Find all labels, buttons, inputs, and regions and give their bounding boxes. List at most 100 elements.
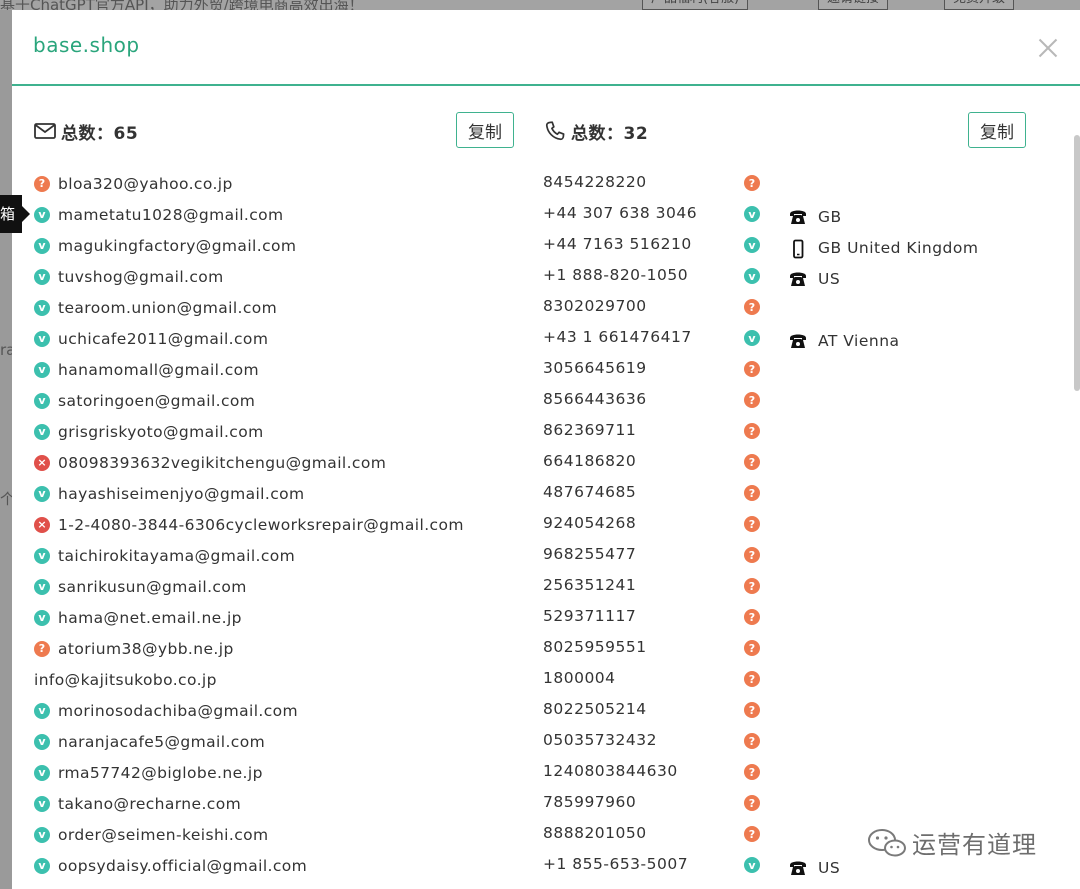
- unknown-badge: ?: [744, 733, 760, 749]
- verified-badge: v: [744, 206, 760, 222]
- phone-number[interactable]: 8302029700: [543, 297, 647, 315]
- email-address[interactable]: mametatu1028@gmail.com: [58, 206, 284, 224]
- phone-number[interactable]: 8025959551: [543, 638, 647, 656]
- verified-badge: v: [34, 361, 50, 378]
- email-address[interactable]: 08098393632vegikitchengu@gmail.com: [58, 454, 386, 472]
- unknown-badge: ?: [744, 795, 760, 811]
- unknown-badge: ?: [744, 764, 760, 780]
- email-address[interactable]: tuvshog@gmail.com: [58, 268, 224, 286]
- email-row: vinfo@kajitsukobo.co.jp: [34, 664, 524, 695]
- phone-number[interactable]: +43 1 661476417: [543, 328, 692, 346]
- phone-number[interactable]: 785997960: [543, 793, 636, 811]
- phone-row: 924054268?: [543, 509, 1043, 540]
- phone-number[interactable]: 05035732432: [543, 731, 657, 749]
- tooltip: 箱: [0, 195, 30, 233]
- phone-number[interactable]: 924054268: [543, 514, 636, 532]
- phone-row: +1 888-820-1050 v US: [543, 261, 1043, 292]
- email-row: v satoringoen@gmail.com: [34, 385, 524, 416]
- verified-badge: v: [34, 330, 50, 347]
- unknown-badge: ?: [744, 547, 760, 563]
- email-address[interactable]: info@kajitsukobo.co.jp: [34, 671, 217, 689]
- phone-row: 968255477?: [543, 540, 1043, 571]
- verified-badge: v: [34, 826, 50, 843]
- email-row: v naranjacafe5@gmail.com: [34, 726, 524, 757]
- phone-number[interactable]: 968255477: [543, 545, 636, 563]
- phone-number[interactable]: 664186820: [543, 452, 636, 470]
- email-address[interactable]: taichirokitayama@gmail.com: [58, 547, 295, 565]
- phone-number[interactable]: +1 888-820-1050: [543, 266, 688, 284]
- invalid-badge: ×: [34, 454, 50, 471]
- email-address[interactable]: naranjacafe5@gmail.com: [58, 733, 265, 751]
- verified-badge: v: [34, 547, 50, 564]
- email-section-header: 总数：65: [33, 112, 138, 150]
- unknown-badge: ?: [744, 361, 760, 377]
- email-address[interactable]: magukingfactory@gmail.com: [58, 237, 296, 255]
- copy-phones-button[interactable]: 复制: [968, 112, 1026, 148]
- verified-badge: v: [34, 795, 50, 812]
- email-row: v magukingfactory@gmail.com: [34, 230, 524, 261]
- email-address[interactable]: hayashiseimenjyo@gmail.com: [58, 485, 305, 503]
- email-address[interactable]: tearoom.union@gmail.com: [58, 299, 277, 317]
- verified-badge: v: [34, 857, 50, 874]
- wechat-icon: [868, 828, 906, 856]
- email-address[interactable]: order@seimen-keishi.com: [58, 826, 269, 844]
- email-address[interactable]: atorium38@ybb.ne.jp: [58, 640, 234, 658]
- phone-number[interactable]: +1 855-653-5007: [543, 855, 688, 873]
- landline-phone-icon: [788, 332, 808, 352]
- phone-row: 8025959551?: [543, 633, 1043, 664]
- phone-section-header: 总数：32: [543, 112, 648, 150]
- email-address[interactable]: 1-2-4080-3844-6306cycleworksrepair@gmail…: [58, 516, 464, 534]
- verified-badge: v: [744, 237, 760, 253]
- unknown-badge: ?: [744, 392, 760, 408]
- email-row: v order@seimen-keishi.com: [34, 819, 524, 850]
- email-address[interactable]: rma57742@biglobe.ne.jp: [58, 764, 263, 782]
- phone-number[interactable]: 487674685: [543, 483, 636, 501]
- phone-number[interactable]: 256351241: [543, 576, 636, 594]
- phone-icon: [545, 121, 565, 141]
- email-address[interactable]: morinosodachiba@gmail.com: [58, 702, 298, 720]
- verified-badge: v: [744, 857, 760, 873]
- phone-number[interactable]: 3056645619: [543, 359, 647, 377]
- email-address[interactable]: satoringoen@gmail.com: [58, 392, 255, 410]
- phone-number[interactable]: 8566443636: [543, 390, 647, 408]
- email-address[interactable]: hanamomall@gmail.com: [58, 361, 259, 379]
- phone-number[interactable]: 1800004: [543, 669, 616, 687]
- email-row: v uchicafe2011@gmail.com: [34, 323, 524, 354]
- unknown-badge: ?: [744, 423, 760, 439]
- unknown-badge: ?: [744, 578, 760, 594]
- verified-badge: v: [34, 485, 50, 502]
- modal-header: base.shop: [12, 10, 1080, 86]
- email-row: v rma57742@biglobe.ne.jp: [34, 757, 524, 788]
- copy-emails-button[interactable]: 复制: [456, 112, 514, 148]
- email-address[interactable]: uchicafe2011@gmail.com: [58, 330, 268, 348]
- watermark-text: 运营有道理: [912, 831, 1037, 859]
- phone-number[interactable]: 8454228220: [543, 173, 647, 191]
- unknown-badge: ?: [744, 299, 760, 315]
- email-address[interactable]: bloa320@yahoo.co.jp: [58, 175, 233, 193]
- phone-row: 1800004?: [543, 664, 1043, 695]
- phone-number[interactable]: 1240803844630: [543, 762, 678, 780]
- email-address[interactable]: hama@net.email.ne.jp: [58, 609, 242, 627]
- phone-number[interactable]: 8022505214: [543, 700, 647, 718]
- phone-number[interactable]: 529371117: [543, 607, 636, 625]
- email-row: v oopsydaisy.official@gmail.com: [34, 850, 524, 881]
- email-address[interactable]: sanrikusun@gmail.com: [58, 578, 247, 596]
- phone-country: AT Vienna: [818, 332, 900, 350]
- phone-number[interactable]: +44 307 638 3046: [543, 204, 697, 222]
- phone-row: 487674685?: [543, 478, 1043, 509]
- background-free-upgrade-button: 免费升级: [944, 0, 1015, 10]
- phone-number[interactable]: +44 7163 516210: [543, 235, 692, 253]
- email-address[interactable]: oopsydaisy.official@gmail.com: [58, 857, 307, 875]
- unknown-badge: ?: [744, 826, 760, 842]
- email-row: v morinosodachiba@gmail.com: [34, 695, 524, 726]
- phone-number[interactable]: 862369711: [543, 421, 636, 439]
- unknown-badge: ?: [744, 702, 760, 718]
- email-row: v mametatu1028@gmail.com: [34, 199, 524, 230]
- scrollbar-thumb[interactable]: [1074, 135, 1080, 391]
- verified-badge: v: [34, 237, 50, 254]
- phone-number[interactable]: 8888201050: [543, 824, 647, 842]
- close-icon[interactable]: [1038, 38, 1058, 58]
- email-address[interactable]: grisgriskyoto@gmail.com: [58, 423, 264, 441]
- background-top-bar: 基于ChatGPT官方API，助力外贸/跨境电商高效出海！ 产品福利(客服) 邀…: [0, 0, 1080, 10]
- email-address[interactable]: takano@recharne.com: [58, 795, 241, 813]
